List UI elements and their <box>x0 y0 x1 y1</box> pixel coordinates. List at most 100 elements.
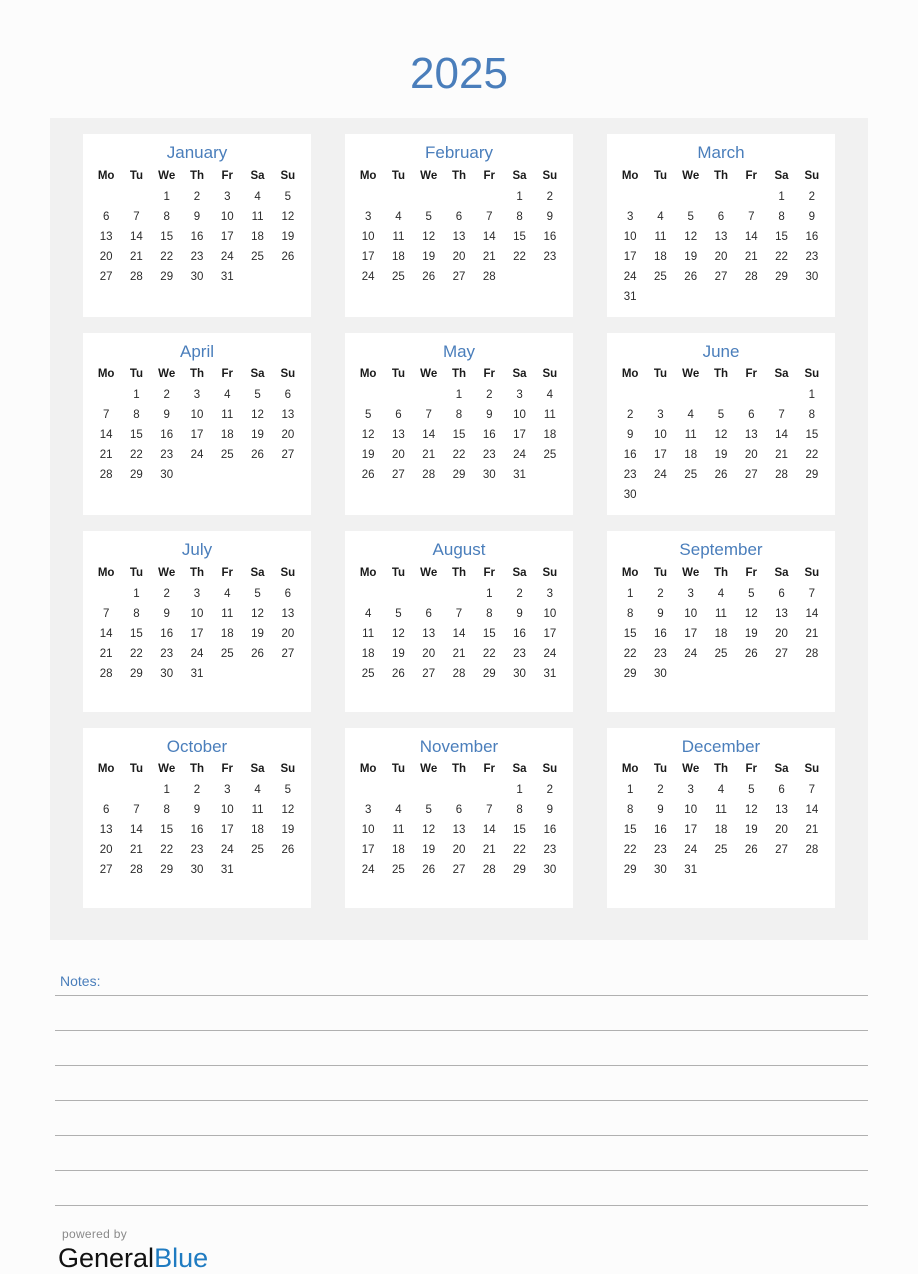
day-cell[interactable]: 2 <box>182 187 212 207</box>
day-cell[interactable]: 16 <box>535 227 565 247</box>
notes-lines[interactable] <box>50 995 868 1207</box>
day-cell[interactable]: 9 <box>152 405 182 425</box>
day-cell[interactable]: 4 <box>242 780 272 800</box>
day-cell[interactable]: 28 <box>474 860 504 880</box>
day-cell[interactable]: 28 <box>474 267 504 287</box>
day-cell[interactable]: 19 <box>414 840 444 860</box>
day-cell[interactable]: 18 <box>212 624 242 644</box>
day-cell[interactable]: 13 <box>91 820 121 840</box>
day-cell[interactable]: 6 <box>273 584 303 604</box>
day-cell[interactable]: 7 <box>474 800 504 820</box>
day-cell[interactable]: 16 <box>152 624 182 644</box>
day-cell[interactable]: 12 <box>706 425 736 445</box>
day-cell[interactable]: 11 <box>645 227 675 247</box>
day-cell[interactable]: 8 <box>615 800 645 820</box>
day-cell[interactable]: 13 <box>91 227 121 247</box>
day-cell[interactable]: 15 <box>615 820 645 840</box>
day-cell[interactable]: 29 <box>152 267 182 287</box>
day-cell[interactable]: 28 <box>121 267 151 287</box>
day-cell[interactable]: 7 <box>736 207 766 227</box>
day-cell[interactable]: 26 <box>242 644 272 664</box>
day-cell[interactable]: 24 <box>182 445 212 465</box>
day-cell[interactable]: 5 <box>736 584 766 604</box>
day-cell[interactable]: 20 <box>766 624 796 644</box>
day-cell[interactable]: 12 <box>414 227 444 247</box>
day-cell[interactable]: 11 <box>706 800 736 820</box>
day-cell[interactable]: 4 <box>706 780 736 800</box>
day-cell[interactable]: 6 <box>766 780 796 800</box>
day-cell[interactable]: 8 <box>766 207 796 227</box>
day-cell[interactable]: 20 <box>736 445 766 465</box>
day-cell[interactable]: 5 <box>273 187 303 207</box>
day-cell[interactable]: 12 <box>414 820 444 840</box>
day-cell[interactable]: 24 <box>676 840 706 860</box>
day-cell[interactable]: 7 <box>797 780 827 800</box>
day-cell[interactable]: 11 <box>242 800 272 820</box>
day-cell[interactable]: 24 <box>212 247 242 267</box>
day-cell[interactable]: 3 <box>212 780 242 800</box>
day-cell[interactable]: 10 <box>676 604 706 624</box>
day-cell[interactable]: 27 <box>91 860 121 880</box>
day-cell[interactable]: 1 <box>797 385 827 405</box>
day-cell[interactable]: 26 <box>676 267 706 287</box>
day-cell[interactable]: 17 <box>615 247 645 267</box>
day-cell[interactable]: 5 <box>242 584 272 604</box>
day-cell[interactable]: 14 <box>91 624 121 644</box>
day-cell[interactable]: 30 <box>474 465 504 485</box>
day-cell[interactable]: 15 <box>474 624 504 644</box>
day-cell[interactable]: 26 <box>414 267 444 287</box>
day-cell[interactable]: 29 <box>121 465 151 485</box>
day-cell[interactable]: 25 <box>706 644 736 664</box>
day-cell[interactable]: 26 <box>736 840 766 860</box>
day-cell[interactable]: 13 <box>444 820 474 840</box>
day-cell[interactable]: 21 <box>414 445 444 465</box>
day-cell[interactable]: 8 <box>504 800 534 820</box>
day-cell[interactable]: 13 <box>414 624 444 644</box>
day-cell[interactable]: 15 <box>504 820 534 840</box>
day-cell[interactable]: 31 <box>182 664 212 684</box>
day-cell[interactable]: 14 <box>474 820 504 840</box>
day-cell[interactable]: 4 <box>212 385 242 405</box>
day-cell[interactable]: 4 <box>535 385 565 405</box>
day-cell[interactable]: 16 <box>182 820 212 840</box>
day-cell[interactable]: 28 <box>766 465 796 485</box>
day-cell[interactable]: 27 <box>273 644 303 664</box>
day-cell[interactable]: 21 <box>91 644 121 664</box>
day-cell[interactable]: 9 <box>504 604 534 624</box>
day-cell[interactable]: 13 <box>444 227 474 247</box>
day-cell[interactable]: 27 <box>91 267 121 287</box>
day-cell[interactable]: 13 <box>706 227 736 247</box>
day-cell[interactable]: 2 <box>152 385 182 405</box>
day-cell[interactable]: 31 <box>212 267 242 287</box>
day-cell[interactable]: 19 <box>242 425 272 445</box>
day-cell[interactable]: 27 <box>766 840 796 860</box>
day-cell[interactable]: 25 <box>645 267 675 287</box>
day-cell[interactable]: 21 <box>474 247 504 267</box>
day-cell[interactable]: 25 <box>212 445 242 465</box>
day-cell[interactable]: 15 <box>152 820 182 840</box>
day-cell[interactable]: 6 <box>383 405 413 425</box>
day-cell[interactable]: 14 <box>444 624 474 644</box>
day-cell[interactable]: 6 <box>766 584 796 604</box>
day-cell[interactable]: 30 <box>535 860 565 880</box>
day-cell[interactable]: 10 <box>645 425 675 445</box>
day-cell[interactable]: 22 <box>615 840 645 860</box>
day-cell[interactable]: 10 <box>353 820 383 840</box>
day-cell[interactable]: 6 <box>444 800 474 820</box>
day-cell[interactable]: 20 <box>766 820 796 840</box>
day-cell[interactable]: 17 <box>353 840 383 860</box>
day-cell[interactable]: 12 <box>736 800 766 820</box>
day-cell[interactable]: 8 <box>121 604 151 624</box>
day-cell[interactable]: 29 <box>444 465 474 485</box>
day-cell[interactable]: 29 <box>615 860 645 880</box>
day-cell[interactable]: 14 <box>474 227 504 247</box>
day-cell[interactable]: 7 <box>91 604 121 624</box>
day-cell[interactable]: 7 <box>766 405 796 425</box>
day-cell[interactable]: 15 <box>504 227 534 247</box>
day-cell[interactable]: 13 <box>766 604 796 624</box>
day-cell[interactable]: 7 <box>797 584 827 604</box>
day-cell[interactable]: 5 <box>676 207 706 227</box>
day-cell[interactable]: 22 <box>474 644 504 664</box>
day-cell[interactable]: 18 <box>383 840 413 860</box>
day-cell[interactable]: 11 <box>676 425 706 445</box>
